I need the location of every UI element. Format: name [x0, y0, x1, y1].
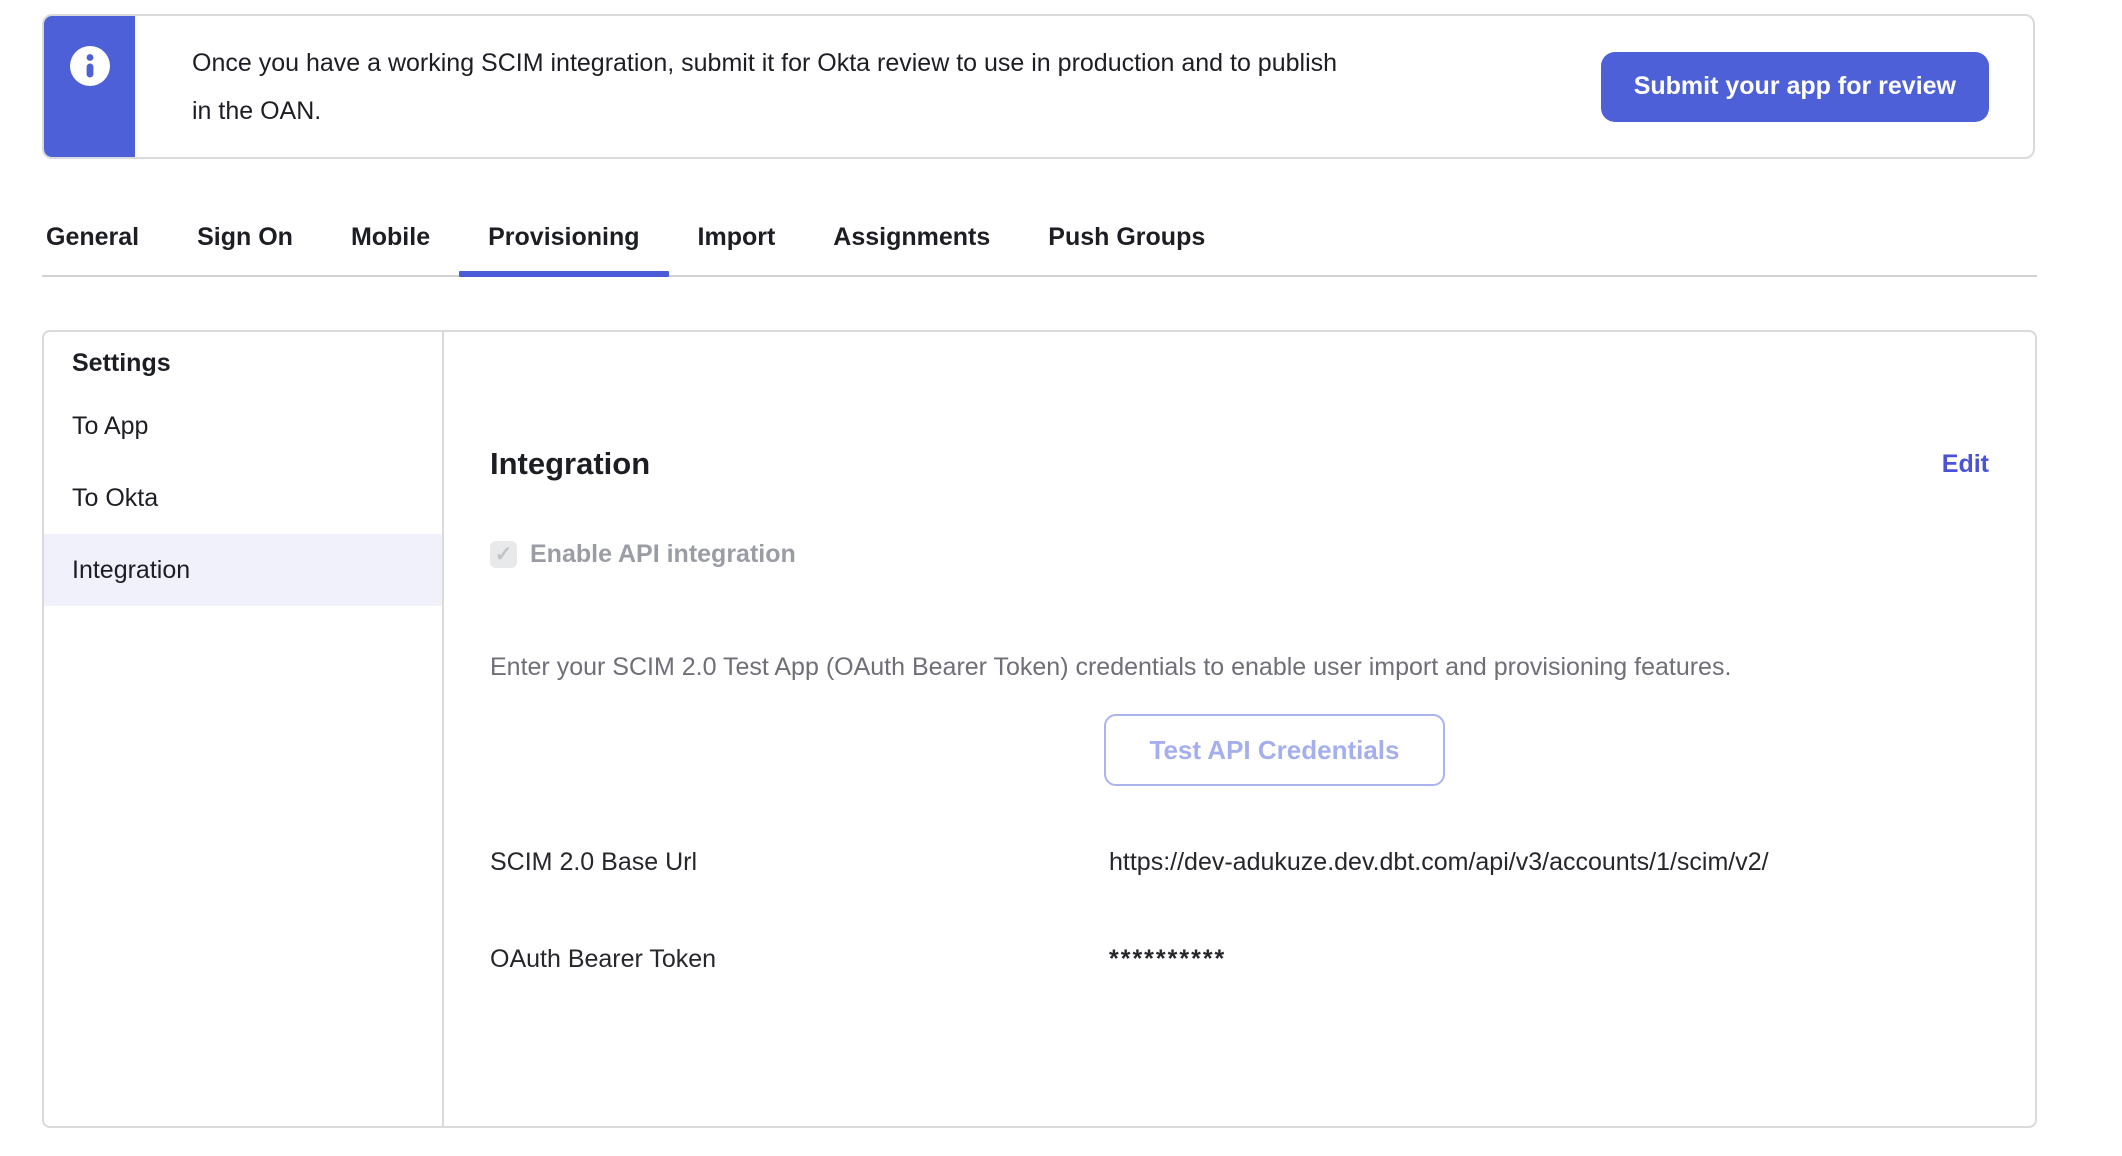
banner-message-line2: in the OAN. [192, 87, 1581, 135]
page-title: Integration [490, 446, 650, 482]
tab-push-groups[interactable]: Push Groups [1019, 200, 1234, 275]
banner-message: Once you have a working SCIM integration… [192, 39, 1601, 135]
sidebar-item-integration[interactable]: Integration [44, 534, 442, 606]
integration-content: Integration Edit ✓ Enable API integratio… [444, 332, 2035, 1126]
enable-api-integration-checkbox[interactable]: ✓ [490, 541, 517, 568]
scim-base-url-value: https://dev-adukuze.dev.dbt.com/api/v3/a… [1109, 848, 1769, 877]
edit-link[interactable]: Edit [1942, 450, 1989, 479]
sidebar-item-to-okta[interactable]: To Okta [44, 462, 442, 534]
banner-message-line1: Once you have a working SCIM integration… [192, 39, 1581, 87]
info-banner-body: Once you have a working SCIM integration… [135, 16, 2033, 157]
scim-base-url-label: SCIM 2.0 Base Url [490, 848, 1109, 877]
submit-app-review-button[interactable]: Submit your app for review [1601, 52, 1989, 122]
oauth-bearer-token-label: OAuth Bearer Token [490, 945, 1109, 974]
scim-base-url-row: SCIM 2.0 Base Url https://dev-adukuze.de… [490, 848, 1989, 882]
sidebar-heading: Settings [72, 348, 442, 378]
integration-header: Integration Edit [490, 444, 1989, 484]
tab-sign-on[interactable]: Sign On [168, 200, 322, 275]
settings-sidebar: Settings To App To Okta Integration [44, 332, 444, 1126]
enable-api-integration-label: Enable API integration [530, 540, 796, 569]
tab-bar: General Sign On Mobile Provisioning Impo… [42, 200, 2037, 277]
tab-mobile[interactable]: Mobile [322, 200, 459, 275]
sidebar-item-to-app[interactable]: To App [44, 390, 442, 462]
provisioning-panel: Settings To App To Okta Integration Inte… [42, 330, 2037, 1128]
test-api-credentials-button[interactable]: Test API Credentials [1104, 714, 1446, 786]
oauth-bearer-token-row: OAuth Bearer Token ********** [490, 945, 1989, 979]
tab-provisioning[interactable]: Provisioning [459, 200, 668, 275]
tab-assignments[interactable]: Assignments [804, 200, 1019, 275]
credentials-description: Enter your SCIM 2.0 Test App (OAuth Bear… [490, 652, 1989, 682]
info-banner-accent [44, 16, 135, 157]
test-button-row: Test API Credentials [490, 714, 1989, 786]
tab-general[interactable]: General [42, 200, 168, 275]
oauth-bearer-token-value: ********** [1109, 945, 1226, 974]
enable-api-integration-row: ✓ Enable API integration [490, 534, 1989, 574]
info-banner: Once you have a working SCIM integration… [42, 14, 2035, 159]
tab-import[interactable]: Import [669, 200, 805, 275]
info-icon [70, 46, 110, 86]
